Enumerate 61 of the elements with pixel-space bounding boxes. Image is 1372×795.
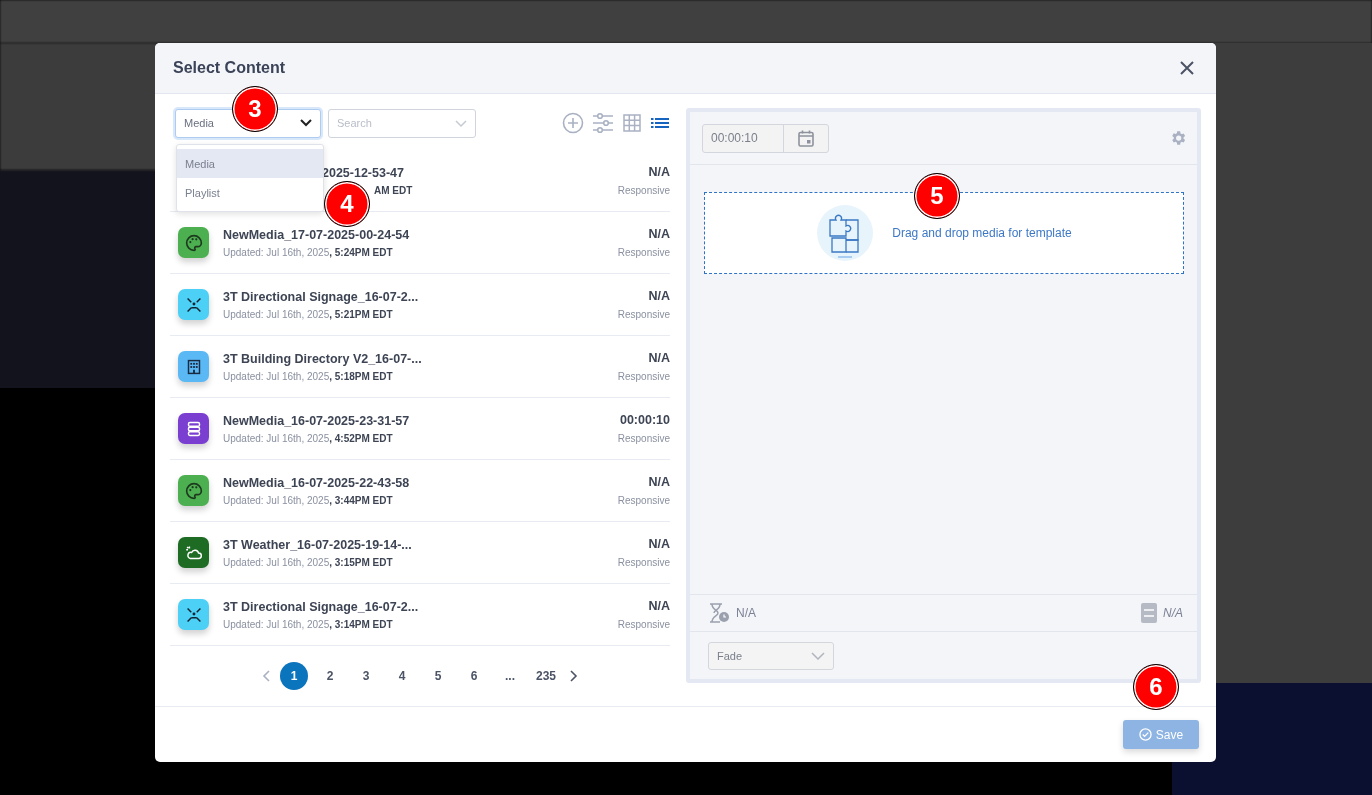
duration-text: N/A [648, 289, 670, 304]
puzzle-icon [816, 204, 875, 263]
media-title[interactable]: 3T Weather_16-07-2025-19-14-... [223, 537, 604, 552]
updated-text: AM EDT [373, 184, 414, 196]
updated-text: Updated: Jul 16th, 2025, 5:18PM EDT [223, 370, 394, 382]
page-button[interactable]: 3 [352, 662, 380, 691]
page-button[interactable]: 6 [460, 662, 488, 691]
duration-text: N/A [648, 165, 670, 180]
duration-text: 00:00:10 [619, 413, 670, 428]
page-button[interactable]: ... [496, 662, 524, 691]
media-title[interactable]: NewMedia_16-07-2025-23-31-57 [223, 413, 604, 428]
transition-select[interactable]: Fade [708, 641, 834, 670]
updated-text: Updated: Jul 16th, 2025, 4:52PM EDT [223, 432, 394, 444]
settings-icon[interactable] [1169, 129, 1187, 148]
layout-text: Responsive [617, 247, 670, 259]
updated-text: Updated: Jul 16th, 2025, 3:44PM EDT [223, 494, 394, 506]
duration-text: N/A [648, 599, 670, 614]
chevron-down-icon [455, 119, 467, 128]
updated-text: Updated: Jul 16th, 2025, 3:15PM EDT [223, 556, 394, 568]
page-button[interactable]: 1 [280, 662, 308, 691]
media-title[interactable]: NewMedia_17-07-2025-00-24-54 [223, 227, 604, 242]
grid-view-icon[interactable] [622, 113, 642, 134]
layout-text: Responsive [617, 185, 670, 197]
previous-page-icon[interactable] [262, 670, 272, 683]
layout-text: Responsive [617, 309, 670, 321]
duration-text: N/A [648, 537, 670, 552]
media-title[interactable]: 2025-12-53-47 [322, 165, 604, 180]
check-circle-icon [1138, 728, 1152, 741]
duration-field[interactable]: 00:00:10 [702, 123, 829, 153]
size-text: N/A [1163, 606, 1183, 621]
media-title[interactable]: 3T Directional Signage_16-07-2... [223, 289, 604, 304]
next-page-icon[interactable] [568, 670, 578, 683]
chevron-down-icon [300, 119, 312, 128]
updated-text: Updated: Jul 16th, 2025, 5:21PM EDT [223, 308, 394, 320]
duration-text: N/A [648, 227, 670, 242]
page-button[interactable]: 235 [532, 662, 560, 691]
dialog-title: Select Content [173, 59, 285, 77]
add-icon[interactable] [562, 112, 584, 135]
layout-text: Responsive [617, 433, 670, 445]
dropdown-option[interactable]: Playlist [177, 178, 323, 208]
layout-text: Responsive [617, 557, 670, 569]
hourglass-clock-icon [708, 603, 730, 624]
page-button[interactable]: 4 [388, 662, 416, 691]
duration-text: N/A [648, 351, 670, 366]
updated-text: Updated: Jul 16th, 2025, 5:24PM EDT [223, 246, 394, 258]
layout-text: Responsive [617, 495, 670, 507]
layout-text: Responsive [617, 371, 670, 383]
page-button[interactable]: 2 [316, 662, 344, 691]
filter-sliders-icon[interactable] [592, 112, 614, 135]
media-title[interactable]: NewMedia_16-07-2025-22-43-58 [223, 475, 604, 490]
drop-hint-text: Drag and drop media for template [892, 226, 1072, 241]
storage-icon [1141, 603, 1157, 624]
play-time-text: N/A [736, 606, 756, 621]
search-field[interactable]: Search [328, 108, 476, 138]
layout-text: Responsive [617, 619, 670, 631]
updated-text: Updated: Jul 16th, 2025, 3:14PM EDT [223, 618, 394, 630]
chevron-down-icon [811, 651, 825, 660]
page-button[interactable]: 5 [424, 662, 452, 691]
media-title[interactable]: 3T Building Directory V2_16-07-... [223, 351, 604, 366]
media-title[interactable]: 3T Directional Signage_16-07-2... [223, 599, 604, 614]
duration-text: N/A [648, 475, 670, 490]
